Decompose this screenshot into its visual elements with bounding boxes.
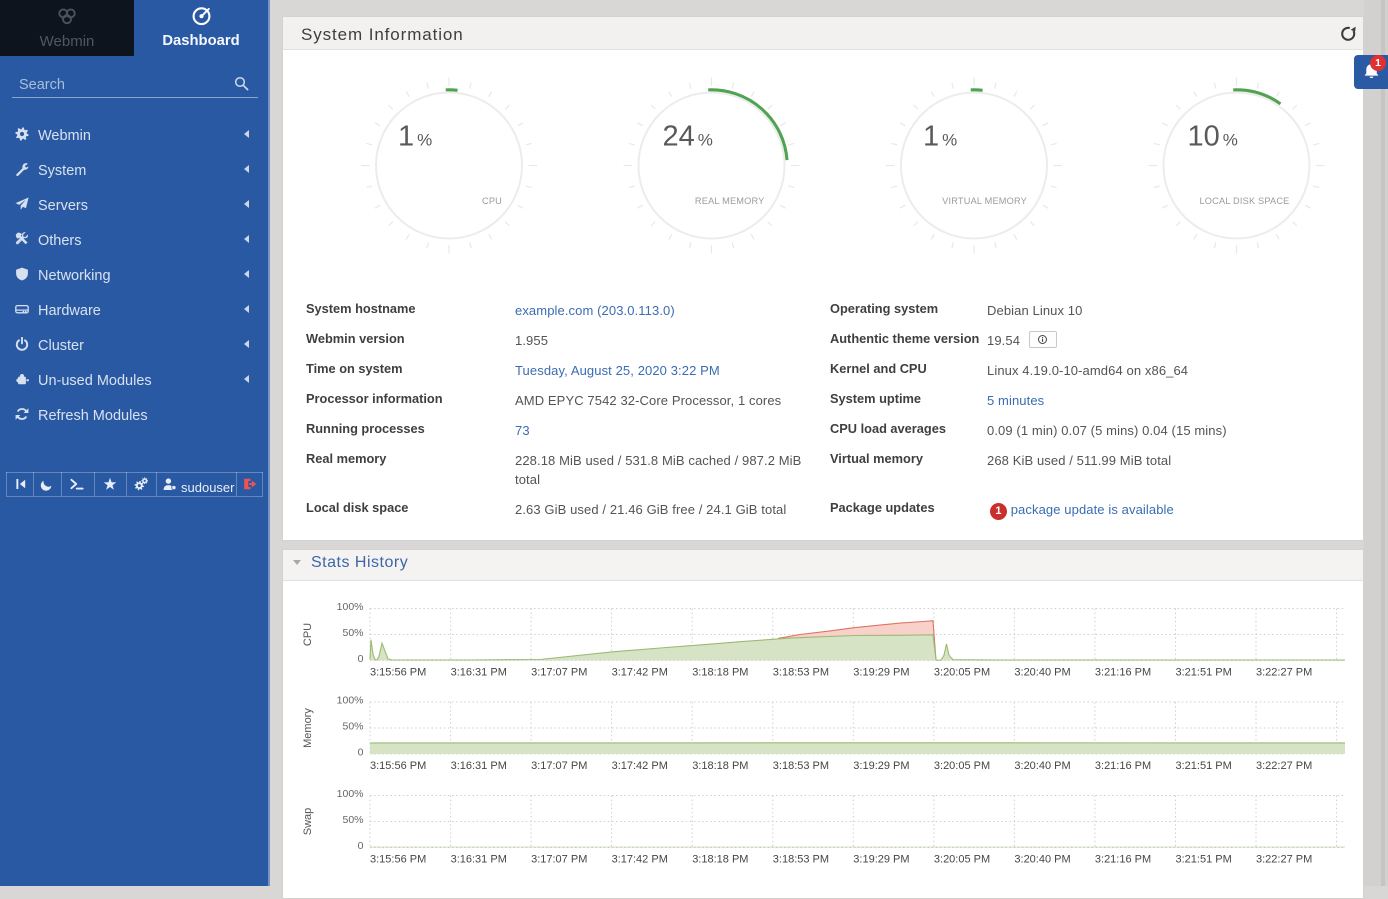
- svg-text:3:15:56 PM: 3:15:56 PM: [370, 854, 426, 866]
- svg-text:3:20:40 PM: 3:20:40 PM: [1014, 760, 1070, 772]
- svg-text:3:18:53 PM: 3:18:53 PM: [773, 667, 829, 679]
- svg-text:3:22:27 PM: 3:22:27 PM: [1256, 854, 1312, 866]
- svg-text:CPU: CPU: [482, 196, 502, 206]
- svg-text:3:20:40 PM: 3:20:40 PM: [1014, 854, 1070, 866]
- svg-text:3:20:05 PM: 3:20:05 PM: [934, 854, 990, 866]
- svg-text:3:21:16 PM: 3:21:16 PM: [1095, 854, 1151, 866]
- svg-text:0: 0: [358, 747, 364, 759]
- svg-text:3:17:07 PM: 3:17:07 PM: [531, 760, 587, 772]
- svg-text:CPU: CPU: [302, 623, 314, 646]
- svg-text:3:16:31 PM: 3:16:31 PM: [451, 667, 507, 679]
- svg-text:3:16:31 PM: 3:16:31 PM: [451, 854, 507, 866]
- svg-text:Swap: Swap: [302, 808, 314, 836]
- svg-text:3:17:42 PM: 3:17:42 PM: [612, 854, 668, 866]
- svg-text:VIRTUAL MEMORY: VIRTUAL MEMORY: [942, 196, 1027, 206]
- svg-text:3:17:07 PM: 3:17:07 PM: [531, 854, 587, 866]
- svg-text:3:18:53 PM: 3:18:53 PM: [773, 854, 829, 866]
- svg-text:3:15:56 PM: 3:15:56 PM: [370, 667, 426, 679]
- svg-text:3:20:40 PM: 3:20:40 PM: [1014, 667, 1070, 679]
- svg-text:3:18:18 PM: 3:18:18 PM: [692, 760, 748, 772]
- svg-text:Memory: Memory: [302, 708, 314, 748]
- svg-text:3:21:16 PM: 3:21:16 PM: [1095, 760, 1151, 772]
- svg-text:3:20:05 PM: 3:20:05 PM: [934, 667, 990, 679]
- svg-text:100%: 100%: [337, 695, 364, 707]
- svg-text:50%: 50%: [342, 721, 363, 733]
- svg-text:REAL MEMORY: REAL MEMORY: [695, 196, 765, 206]
- svg-text:50%: 50%: [342, 814, 363, 826]
- svg-text:3:22:27 PM: 3:22:27 PM: [1256, 667, 1312, 679]
- svg-text:3:17:42 PM: 3:17:42 PM: [612, 760, 668, 772]
- svg-text:100%: 100%: [337, 788, 364, 800]
- svg-text:3:21:51 PM: 3:21:51 PM: [1176, 854, 1232, 866]
- svg-text:3:18:53 PM: 3:18:53 PM: [773, 760, 829, 772]
- svg-text:3:18:18 PM: 3:18:18 PM: [692, 667, 748, 679]
- svg-text:100%: 100%: [337, 601, 364, 613]
- svg-text:3:19:29 PM: 3:19:29 PM: [853, 760, 909, 772]
- svg-text:0: 0: [358, 840, 364, 852]
- svg-text:LOCAL DISK SPACE: LOCAL DISK SPACE: [1200, 196, 1290, 206]
- svg-text:3:22:27 PM: 3:22:27 PM: [1256, 760, 1312, 772]
- svg-text:50%: 50%: [342, 627, 363, 639]
- svg-text:3:21:51 PM: 3:21:51 PM: [1176, 760, 1232, 772]
- svg-text:3:15:56 PM: 3:15:56 PM: [370, 760, 426, 772]
- svg-text:3:19:29 PM: 3:19:29 PM: [853, 667, 909, 679]
- svg-text:3:17:42 PM: 3:17:42 PM: [612, 667, 668, 679]
- svg-text:3:20:05 PM: 3:20:05 PM: [934, 760, 990, 772]
- svg-text:3:16:31 PM: 3:16:31 PM: [451, 760, 507, 772]
- svg-text:3:17:07 PM: 3:17:07 PM: [531, 667, 587, 679]
- svg-text:3:18:18 PM: 3:18:18 PM: [692, 854, 748, 866]
- svg-text:3:21:16 PM: 3:21:16 PM: [1095, 667, 1151, 679]
- svg-text:3:21:51 PM: 3:21:51 PM: [1176, 667, 1232, 679]
- svg-text:3:19:29 PM: 3:19:29 PM: [853, 854, 909, 866]
- svg-text:0: 0: [358, 653, 364, 665]
